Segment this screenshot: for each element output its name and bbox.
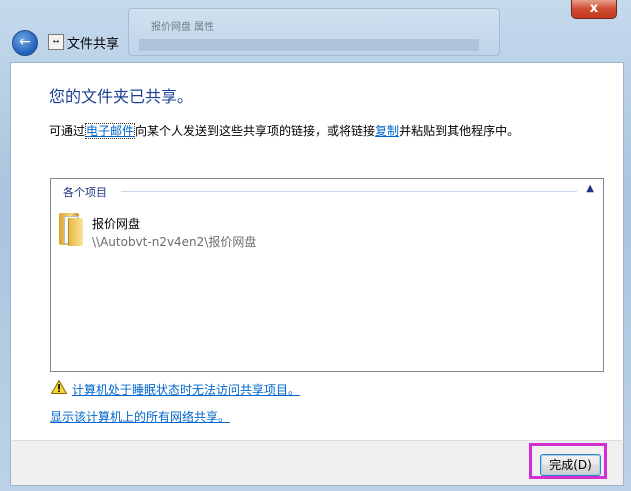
background-window-title: 报价网盘 属性 [151,22,215,33]
back-arrow-icon: ← [19,34,31,50]
close-button[interactable]: x [571,0,617,19]
finish-button[interactable]: 完成(D) [540,454,601,476]
item-path: \\Autobvt-n2v4en2\报价网盘 [92,235,257,249]
item-name: 报价网盘 [92,217,141,231]
file-sharing-icon: ↔ [48,34,64,50]
show-all-shares-link[interactable]: 显示该计算机上的所有网络共享。 [50,408,230,425]
back-button[interactable]: ← [12,30,38,56]
shared-items-list[interactable]: 各个项目 ▲ 报价网盘 \\Autobvt-n2v4en2\报价网盘 [50,178,604,372]
description-part3: 并粘贴到其他程序中。 [399,124,520,138]
folder-icon [59,213,83,246]
description-part2: 向某个人发送到这些共享项的链接，或将链接 [135,124,376,138]
copy-link[interactable]: 复制 [375,124,399,138]
window-title: 文件共享 [67,37,120,52]
sleep-warning-link[interactable]: 计算机处于睡眠状态时无法访问共享项目。 [72,381,300,398]
description-text: 可通过电子邮件向某个人发送到这些共享项的链接，或将链接复制并粘贴到其他程序中。 [49,122,519,139]
description-part1: 可通过 [49,124,86,138]
group-divider [121,191,577,192]
page-heading: 您的文件夹已共享。 [49,87,194,106]
group-header: 各个项目 [63,186,107,199]
content-panel: 您的文件夹已共享。 可通过电子邮件向某个人发送到这些共享项的链接，或将链接复制并… [10,62,624,442]
background-window: 报价网盘 属性 [128,8,500,56]
collapse-chevron-icon[interactable]: ▲ [586,183,594,194]
background-window-toolbar [139,39,479,51]
warning-icon [51,380,67,394]
email-link[interactable]: 电子邮件 [85,123,136,139]
